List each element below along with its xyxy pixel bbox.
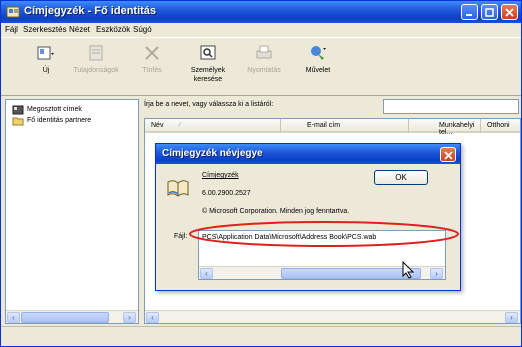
close-icon	[444, 151, 453, 160]
app-version: 6.00.2900.2527	[202, 190, 251, 197]
new-contact-icon	[37, 46, 54, 60]
dialog-title: Címjegyzék névjegye	[162, 148, 263, 159]
toolbar-separator	[1, 95, 521, 96]
file-path: PCS\Application Data\Microsoft\Address B…	[202, 234, 377, 241]
tree-item-shared-contacts[interactable]: Megosztott címek	[12, 104, 82, 115]
ok-button[interactable]: OK	[374, 170, 428, 185]
tool-label: Személyek keresése	[190, 67, 226, 83]
status-bar	[1, 326, 521, 346]
scroll-right-button[interactable]: ›	[430, 268, 443, 279]
scroll-right-button[interactable]: ›	[505, 312, 518, 323]
menu-bar: Fájl Szerkesztés Nézet Eszközök Súgó	[1, 23, 521, 37]
minimize-icon	[466, 14, 472, 16]
find-people-button[interactable]: Személyek keresése	[181, 42, 235, 92]
tool-label: Új	[42, 67, 50, 74]
mouse-pointer-icon	[402, 261, 415, 279]
dialog-close-button[interactable]	[440, 147, 456, 162]
menu-help[interactable]: Súgó	[133, 25, 152, 34]
file-label: Fájl:	[174, 233, 188, 240]
column-label: Munkahelyi tel...	[439, 122, 475, 136]
tool-label: Nyomtatás	[247, 67, 281, 74]
tree-item-main-identity-contacts[interactable]: Fő identitás partnere	[12, 115, 91, 126]
tool-label: Művelet	[305, 67, 331, 74]
minimize-button[interactable]	[461, 4, 478, 20]
tree-item-label: Fő identitás partnere	[27, 117, 92, 124]
about-dialog: Címjegyzék névjegye Címjegyzék 6.00.2900…	[155, 143, 461, 291]
print-icon	[256, 45, 272, 59]
scroll-left-button[interactable]: ‹	[200, 268, 213, 279]
scroll-left-button[interactable]: ‹	[7, 312, 20, 323]
maximize-button[interactable]	[481, 4, 498, 20]
tree-horizontal-scrollbar[interactable]: ‹ ›	[6, 310, 138, 323]
scroll-left-button[interactable]: ‹	[146, 312, 159, 323]
column-label: E-mail cím	[307, 122, 341, 129]
copyright-text: © Microsoft Corporation. Minden jog fenn…	[202, 208, 350, 215]
print-button[interactable]: Nyomtatás	[237, 42, 291, 92]
scroll-thumb[interactable]	[281, 268, 421, 279]
app-name: Címjegyzék	[202, 172, 239, 179]
list-horizontal-scrollbar[interactable]: ‹ ›	[145, 310, 520, 323]
menu-tools[interactable]: Eszközök	[96, 25, 130, 34]
open-book-icon	[167, 180, 189, 197]
properties-button[interactable]: Tulajdonságok	[69, 42, 123, 92]
column-label: Név	[151, 122, 164, 129]
properties-icon	[89, 45, 103, 61]
tool-label: Tulajdonságok	[73, 67, 119, 74]
search-label: Írja be a nevet, vagy válassza ki a list…	[144, 101, 274, 108]
search-input[interactable]	[383, 99, 519, 114]
close-icon	[505, 8, 514, 17]
close-button[interactable]	[501, 4, 518, 20]
column-email[interactable]: E-mail cím	[281, 119, 409, 133]
contacts-folder-icon	[12, 117, 24, 125]
title-bar[interactable]: Címjegyzék - Fő identitás	[1, 1, 521, 23]
menu-view[interactable]: Nézet	[69, 25, 90, 34]
column-label: Otthoni	[487, 122, 510, 129]
shared-folder-icon	[12, 105, 24, 114]
menu-file[interactable]: Fájl	[5, 25, 18, 34]
column-name[interactable]: Név ⁄	[145, 119, 281, 133]
scroll-right-button[interactable]: ›	[123, 312, 136, 323]
new-button[interactable]: Új	[19, 42, 73, 92]
dialog-title-bar[interactable]: Címjegyzék névjegye	[156, 144, 460, 164]
window-title: Címjegyzék - Fő identitás	[24, 5, 157, 17]
toolbar: Új Tulajdonságok Törlés Személyek keresé…	[1, 37, 521, 95]
sort-indicator-icon: ⁄	[179, 122, 181, 129]
address-book-app-icon	[6, 6, 20, 18]
tree-item-label: Megosztott címek	[27, 106, 82, 113]
maximize-icon	[485, 8, 494, 17]
delete-button[interactable]: Törlés	[125, 42, 179, 92]
find-people-icon	[200, 45, 216, 60]
menu-edit[interactable]: Szerkesztés	[23, 25, 67, 34]
folder-tree[interactable]: Megosztott címek Fő identitás partnere ‹…	[5, 99, 139, 324]
action-button[interactable]: Művelet	[291, 42, 345, 92]
action-icon	[311, 46, 326, 60]
delete-icon	[145, 46, 159, 60]
scroll-thumb[interactable]	[21, 312, 109, 323]
tool-label: Törlés	[142, 67, 162, 74]
column-home-phone[interactable]: Otthoni	[481, 119, 520, 133]
column-work-phone[interactable]: Munkahelyi tel...	[409, 119, 481, 136]
address-book-window: Címjegyzék - Fő identitás Fájl Szerkeszt…	[0, 0, 522, 347]
